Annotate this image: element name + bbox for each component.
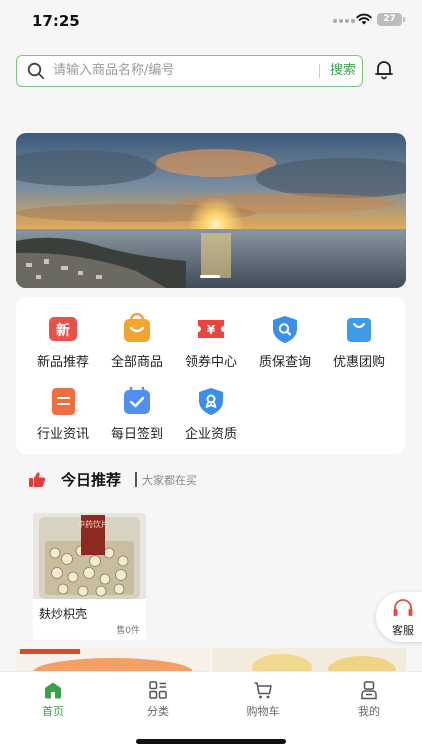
coupon-icon: ¥	[198, 320, 224, 338]
thumbs-up-icon	[29, 472, 46, 487]
menu-label: 质保查询	[258, 355, 311, 370]
product-name: 麸炒枳壳	[39, 607, 88, 621]
search-divider	[319, 64, 320, 78]
certificate-shield-icon	[199, 388, 223, 415]
title-divider	[135, 472, 137, 487]
tab-profile[interactable]: 我的	[329, 678, 409, 722]
menu-label: 企业资质	[184, 427, 237, 442]
menu-label: 行业资讯	[36, 427, 89, 442]
home-icon	[45, 682, 61, 699]
tab-label: 我的	[358, 705, 380, 718]
service-label: 客服	[392, 624, 414, 637]
bag-icon	[347, 318, 371, 342]
search-input[interactable]	[53, 56, 315, 85]
category-grid-icon	[149, 681, 167, 699]
battery-indicator: 27	[377, 13, 405, 26]
recommend-header: 今日推荐 大家都在买	[0, 466, 422, 494]
status-time: 17:25	[32, 12, 80, 30]
product-image: 中药饮片	[33, 513, 146, 599]
bell-icon[interactable]	[372, 57, 396, 81]
new-badge-icon: 新	[49, 317, 77, 341]
carousel-indicator[interactable]	[200, 275, 220, 278]
calendar-check-icon	[124, 386, 150, 414]
document-icon	[52, 388, 75, 415]
tab-category[interactable]: 分类	[118, 678, 198, 722]
shield-search-icon	[273, 316, 297, 343]
menu-item-industry-news[interactable]: 行业资讯	[26, 385, 100, 447]
banner-image	[16, 133, 406, 288]
menu-label: 全部商品	[110, 355, 163, 370]
svg-text:新: 新	[56, 322, 70, 339]
profile-icon	[361, 681, 377, 700]
search-button[interactable]: 搜索	[323, 56, 363, 85]
recommend-title: 今日推荐	[61, 471, 122, 489]
menu-label: 领券中心	[184, 355, 237, 370]
menu-item-daily-checkin[interactable]: 每日签到	[100, 385, 174, 447]
search-bar[interactable]: 搜索	[16, 55, 363, 87]
menu-item-company-qualification[interactable]: 企业资质	[174, 385, 248, 447]
tab-cart[interactable]: 购物车	[223, 678, 303, 722]
search-icon	[27, 62, 45, 80]
wifi-icon	[356, 13, 372, 25]
menu-item-all-products[interactable]: 全部商品	[100, 313, 174, 375]
status-bar: 17:25 27	[0, 0, 422, 42]
tab-label: 购物车	[246, 705, 280, 718]
home-indicator	[136, 739, 286, 744]
menu-item-new-products[interactable]: 新 新品推荐	[26, 313, 100, 375]
menu-grid: 新 新品推荐 全部商品 ¥ 领券中心 质保查询 优惠团购 行业资讯 每日签到 企…	[16, 297, 405, 454]
package-text: 中药饮片	[77, 519, 109, 529]
menu-item-group-buy[interactable]: 优惠团购	[322, 313, 396, 375]
menu-item-warranty-query[interactable]: 质保查询	[248, 313, 322, 375]
customer-service-button[interactable]: 客服	[376, 592, 422, 642]
shopping-bag-icon	[124, 313, 150, 342]
tab-label: 分类	[147, 705, 169, 718]
product-sold-count: 售0件	[116, 626, 140, 636]
svg-text:¥: ¥	[207, 323, 216, 337]
signal-icon	[333, 19, 355, 23]
menu-label: 新品推荐	[36, 355, 89, 370]
menu-label: 优惠团购	[332, 355, 385, 370]
recommend-subtitle: 大家都在买	[142, 474, 197, 487]
menu-label: 每日签到	[110, 427, 163, 442]
cart-icon	[254, 682, 272, 699]
banner-carousel[interactable]	[16, 133, 406, 288]
product-card[interactable]: 中药饮片 麸炒枳壳 售0件	[33, 513, 146, 640]
headset-icon	[393, 599, 413, 616]
tab-home[interactable]: 首页	[13, 678, 93, 722]
menu-item-coupon-center[interactable]: ¥ 领券中心	[174, 313, 248, 375]
tab-label: 首页	[42, 705, 64, 718]
